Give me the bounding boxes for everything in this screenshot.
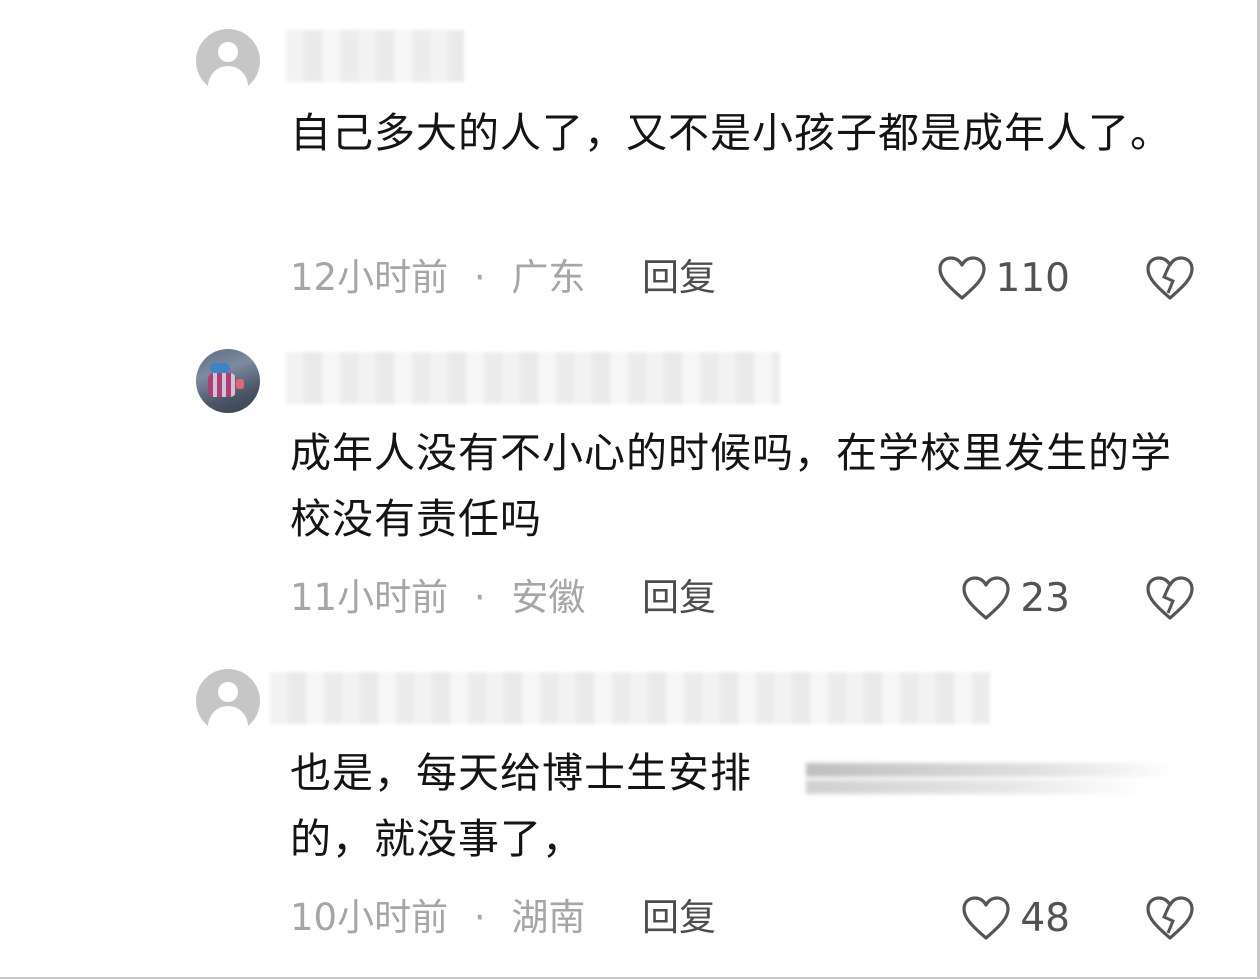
like-button[interactable]: 48 — [960, 893, 1070, 943]
heart-outline-icon — [962, 896, 1010, 940]
like-count: 48 — [1020, 895, 1070, 941]
username-blur — [270, 672, 990, 724]
comment-text: 也是，每天给博士生安排的，就没事了， — [290, 749, 752, 863]
text-redaction-smear — [806, 763, 1176, 777]
comment-item: 也是，每天给博士生安排的，就没事了， 10小时前 · 湖南 回复 48 — [0, 0, 1260, 979]
comment-meta: 10小时前 · 湖南 — [290, 893, 585, 943]
comment-location: 湖南 — [511, 896, 586, 939]
default-avatar-body — [208, 706, 248, 733]
meta-separator: · — [473, 896, 486, 939]
comment-time: 10小时前 — [290, 896, 449, 939]
reply-button[interactable]: 回复 — [642, 893, 716, 943]
text-redaction-smear — [806, 780, 1146, 794]
default-avatar-icon — [218, 682, 238, 702]
avatar[interactable] — [196, 669, 260, 733]
broken-heart-icon[interactable] — [1144, 893, 1196, 943]
